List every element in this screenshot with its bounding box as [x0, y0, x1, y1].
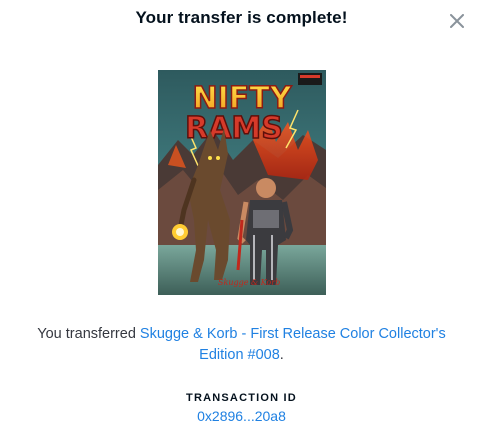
artwork-logo-line2: RAMS: [185, 111, 283, 146]
item-name-link[interactable]: Skugge & Korb - First Release Color Coll…: [140, 326, 446, 363]
message-prefix: You transferred: [37, 326, 140, 342]
message-suffix: .: [279, 347, 284, 363]
close-button[interactable]: [446, 10, 468, 32]
transaction-id-label: TRANSACTION ID: [186, 392, 297, 404]
artwork-signature: Skugge & Korb: [218, 278, 280, 287]
close-icon: [450, 14, 464, 28]
nft-artwork-image: NIFTY RAMS Skugge & Korb: [158, 70, 326, 295]
modal-title: Your transfer is complete!: [135, 8, 348, 27]
transaction-id-link[interactable]: 0x2896...20a8: [197, 408, 286, 424]
transfer-message: You transferred Skugge & Korb - First Re…: [20, 324, 463, 366]
transaction-id-row: 0x2896...20a8: [0, 408, 483, 424]
transfer-complete-modal: Your transfer is complete! NIFTY RAMS Sk…: [0, 0, 483, 434]
